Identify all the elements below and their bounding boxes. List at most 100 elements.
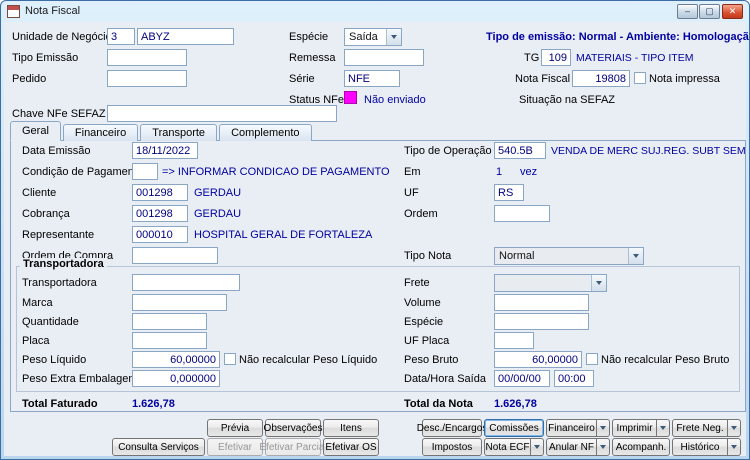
representante-code-input[interactable] <box>132 226 188 243</box>
especie-dropdown-button[interactable] <box>386 29 401 45</box>
placa-label: Placa <box>22 335 50 347</box>
cobranca-name: GERDAU <box>194 208 241 220</box>
uf-input[interactable] <box>494 184 524 201</box>
tab-complemento[interactable]: Complemento <box>219 124 311 141</box>
historico-dropdown-button[interactable] <box>728 438 741 456</box>
comissoes-button[interactable]: Comissões <box>484 419 544 437</box>
historico-button[interactable]: Histórico <box>672 438 728 456</box>
chevron-down-icon <box>633 254 639 258</box>
efetivar-os-button[interactable]: Efetivar OS <box>323 438 379 456</box>
maximize-button[interactable]: ▢ <box>699 4 720 19</box>
tipo-nota-dropdown-button[interactable] <box>628 248 643 264</box>
acompanh-button[interactable]: Acompanh. <box>612 438 670 456</box>
especie-value: Saída <box>345 29 386 45</box>
total-faturado-label: Total Faturado <box>22 398 98 410</box>
minimize-button[interactable]: – <box>677 4 698 19</box>
consulta-servicos-button[interactable]: Consulta Serviços <box>112 438 205 456</box>
tipo-operacao-label: Tipo de Operação <box>404 145 492 157</box>
peso-extra-label: Peso Extra Embalagem <box>22 373 138 385</box>
anular-nf-button[interactable]: Anular NF <box>546 438 597 456</box>
tab-transporte[interactable]: Transporte <box>140 124 217 141</box>
previa-button[interactable]: Prévia <box>207 419 263 437</box>
uf-placa-input[interactable] <box>494 332 534 349</box>
unidade-negocio-name-input[interactable] <box>137 28 234 45</box>
nota-fiscal-number-input[interactable] <box>572 70 630 87</box>
financeiro-dropdown-button[interactable] <box>597 419 610 437</box>
tab-financeiro[interactable]: Financeiro <box>63 124 138 141</box>
data-emissao-label: Data Emissão <box>22 145 90 157</box>
transportadora-input[interactable] <box>132 274 240 291</box>
efetivar-parcial-button[interactable]: Efetivar Parcial <box>265 438 321 456</box>
cliente-code-input[interactable] <box>132 184 188 201</box>
nao-recalcular-peso-liquido-checkbox[interactable] <box>224 353 236 365</box>
especie-combobox[interactable]: Saída <box>344 28 402 46</box>
condicao-pagamento-hint: => INFORMAR CONDICAO DE PAGAMENTO <box>162 166 390 178</box>
peso-bruto-input[interactable] <box>494 351 582 368</box>
nota-impressa-checkbox[interactable] <box>634 72 646 84</box>
chevron-down-icon <box>391 35 397 39</box>
serie-label: Série <box>289 73 315 85</box>
representante-name: HOSPITAL GERAL DE FORTALEZA <box>194 229 372 241</box>
tab-bar: Geral Financeiro Transporte Complemento <box>10 121 314 141</box>
serie-input[interactable] <box>344 70 400 87</box>
transportadora-label: Transportadora <box>22 277 97 289</box>
tipo-emissao-input[interactable] <box>107 49 187 66</box>
representante-label: Representante <box>22 229 94 241</box>
frete-combobox[interactable] <box>494 274 607 292</box>
condicao-pagamento-input[interactable] <box>132 163 158 180</box>
observacoes-button[interactable]: Observações <box>265 419 321 437</box>
financeiro-button[interactable]: Financeiro <box>546 419 597 437</box>
data-saida-input[interactable] <box>494 370 550 387</box>
close-button[interactable]: ✕ <box>722 4 743 19</box>
pedido-label: Pedido <box>12 73 46 85</box>
pedido-input[interactable] <box>107 70 187 87</box>
nao-recalcular-peso-bruto-checkbox[interactable] <box>586 353 598 365</box>
quantidade-input[interactable] <box>132 313 207 330</box>
unidade-negocio-code-input[interactable] <box>107 28 135 45</box>
ordem-compra-input[interactable] <box>132 247 218 264</box>
ordem-input[interactable] <box>494 205 550 222</box>
frete-neg-dropdown-button[interactable] <box>728 419 741 437</box>
remessa-input[interactable] <box>344 49 424 66</box>
data-emissao-input[interactable] <box>132 142 198 159</box>
tab-geral[interactable]: Geral <box>10 121 61 141</box>
chevron-down-icon <box>600 445 606 449</box>
chave-nfe-input[interactable] <box>107 105 337 122</box>
desc-encargos-button[interactable]: Desc./Encargos <box>422 419 482 437</box>
imprimir-button[interactable]: Imprimir <box>612 419 657 437</box>
volume-input[interactable] <box>494 294 589 311</box>
form-background: Unidade de Negócio Espécie Saída Tipo de… <box>4 22 746 456</box>
peso-liquido-input[interactable] <box>132 351 220 368</box>
imprimir-dropdown-button[interactable] <box>657 419 670 437</box>
tg-label: TG <box>524 52 539 64</box>
quantidade-label: Quantidade <box>22 316 79 328</box>
especie-label: Espécie <box>289 31 328 43</box>
title-bar[interactable]: Nota Fiscal – ▢ ✕ <box>1 1 749 22</box>
nota-ecf-button[interactable]: Nota ECF <box>484 438 531 456</box>
total-faturado-value: 1.626,78 <box>132 398 175 410</box>
itens-button[interactable]: Itens <box>323 419 379 437</box>
chevron-down-icon <box>534 445 540 449</box>
tipo-operacao-description: VENDA DE MERC SUJ.REG. SUBT SEM CONTR <box>551 145 747 157</box>
tg-code-input[interactable] <box>541 49 571 66</box>
especie-transporte-input[interactable] <box>494 313 589 330</box>
app-icon <box>7 5 20 18</box>
tipo-operacao-code-input[interactable] <box>494 142 546 159</box>
marca-input[interactable] <box>132 294 227 311</box>
impostos-button[interactable]: Impostos <box>422 438 482 456</box>
frete-neg-button[interactable]: Frete Neg. <box>672 419 728 437</box>
chevron-down-icon <box>600 426 606 430</box>
nota-ecf-split-button: Nota ECF <box>484 438 544 456</box>
chevron-down-icon <box>660 426 666 430</box>
efetivar-button[interactable]: Efetivar <box>207 438 263 456</box>
hora-saida-input[interactable] <box>554 370 594 387</box>
frete-dropdown-button[interactable] <box>591 275 606 291</box>
cobranca-code-input[interactable] <box>132 205 188 222</box>
emissao-ambiente-info: Tipo de emissão: Normal - Ambiente: Homo… <box>486 31 750 43</box>
peso-extra-input[interactable] <box>132 370 220 387</box>
financeiro-split-button: Financeiro <box>546 419 610 437</box>
placa-input[interactable] <box>132 332 207 349</box>
tipo-nota-combobox[interactable]: Normal <box>494 247 644 265</box>
anular-nf-dropdown-button[interactable] <box>597 438 610 456</box>
nota-ecf-dropdown-button[interactable] <box>531 438 544 456</box>
